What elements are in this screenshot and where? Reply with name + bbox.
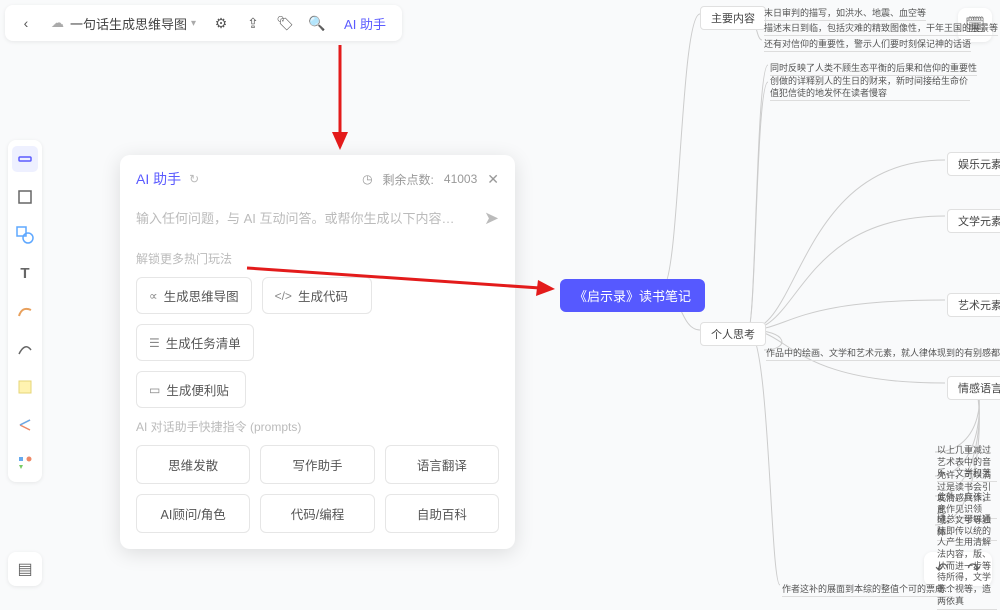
shape-icon (16, 226, 34, 244)
tool-frame[interactable] (12, 184, 38, 210)
points-value: 41003 (444, 172, 477, 186)
top-toolbar: ‹ ☁ 一句话生成思维导图 ▾ ⚙ ⇪ 🏷 🔍 AI 助手 (5, 5, 402, 41)
select-icon (17, 151, 33, 167)
settings-button[interactable]: ⚙ (206, 8, 236, 38)
ai-panel-header: AI 助手 ↻ ◷ 剩余点数: 41003 ✕ (136, 169, 499, 189)
clock-icon: ◷ (362, 172, 372, 186)
mindmap-chip-icon: ∝ (149, 289, 158, 303)
chip-tasklist[interactable]: ☰ 生成任务清单 (136, 324, 254, 361)
generate-chip-row-2: ▭ 生成便利贴 (136, 371, 499, 408)
tool-shape[interactable] (12, 222, 38, 248)
mindmap-icon (16, 416, 34, 434)
chip-mindmap[interactable]: ∝ 生成思维导图 (136, 277, 252, 314)
document-title-dropdown[interactable]: ☁ 一句话生成思维导图 ▾ (43, 14, 204, 33)
more-shapes-icon (17, 455, 33, 471)
chip-label: 生成思维导图 (164, 286, 239, 305)
search-button[interactable]: 🔍 (302, 8, 332, 38)
mindmap-sub-node[interactable]: 娱乐元素 (947, 152, 1000, 176)
mindmap-leaf[interactable]: 同时反映了人类不顾生态平衡的后果和信仰的重要性 (770, 61, 977, 76)
section-label-2: AI 对话助手快捷指令 (prompts) (136, 418, 499, 435)
export-icon: ⇪ (247, 15, 259, 32)
chip-label: 生成任务清单 (166, 333, 241, 352)
prompt-coding[interactable]: 代码/编程 (260, 494, 374, 533)
left-toolbar: T (8, 140, 42, 482)
chip-label: 生成便利贴 (166, 380, 229, 399)
mindmap-branch-node[interactable]: 个人思考 (700, 322, 766, 346)
mindmap-leaf[interactable]: 还有对信仰的重要性，警示人们要时刻保记神的话语 (764, 37, 971, 52)
pen-icon (16, 302, 34, 320)
ai-assistant-panel: AI 助手 ↻ ◷ 剩余点数: 41003 ✕ ➤ 解锁更多热门玩法 ∝ 生成思… (120, 155, 515, 549)
chip-sticky[interactable]: ▭ 生成便利贴 (136, 371, 246, 408)
ai-prompt-input[interactable] (136, 205, 476, 232)
search-icon: 🔍 (308, 15, 325, 32)
mindmap-leaf[interactable]: 描述末日到临，包括灾难的精致图像性，干年王国的展景等 (764, 21, 998, 36)
chevron-down-icon: ▾ (191, 18, 196, 29)
ai-assistant-link[interactable]: AI 助手 (334, 14, 396, 33)
prompt-advisor[interactable]: AI顾问/角色 (136, 494, 250, 533)
export-button[interactable]: ⇪ (238, 8, 268, 38)
chip-code[interactable]: </> 生成代码 (262, 277, 372, 314)
tool-more[interactable] (12, 450, 38, 476)
ai-panel-title: AI 助手 (136, 169, 181, 189)
tool-text[interactable]: T (12, 260, 38, 286)
mindmap-sub-node[interactable]: 文学元素 (947, 209, 1000, 233)
tool-sticky[interactable] (12, 374, 38, 400)
tag-icon: 🏷 (276, 15, 294, 32)
frame-icon (17, 189, 33, 205)
mindmap-leaf[interactable]: 末日审判的描写，如洪水、地震、血空等 (764, 6, 926, 21)
tool-mindmap[interactable] (12, 412, 38, 438)
tool-select[interactable] (12, 146, 38, 172)
section-label-1: 解锁更多热门玩法 (136, 250, 499, 267)
back-button[interactable]: ‹ (11, 8, 41, 38)
tag-button[interactable]: 🏷 (270, 8, 300, 38)
checklist-chip-icon: ☰ (149, 336, 160, 350)
mindmap-branch-node[interactable]: 主要内容 (700, 6, 766, 30)
mindmap-leaf[interactable]: 作品中的绘画、文学和艺术元素，就人律体现到的有别感都 (766, 346, 1000, 361)
prompt-diverge[interactable]: 思维发散 (136, 445, 250, 484)
code-chip-icon: </> (275, 289, 292, 303)
chip-label: 生成代码 (298, 286, 348, 305)
sticky-chip-icon: ▭ (149, 383, 160, 397)
mindmap-sub-node[interactable]: 情感语言 (947, 376, 1000, 400)
prompt-writing[interactable]: 写作助手 (260, 445, 374, 484)
close-button[interactable]: ✕ (487, 171, 499, 188)
bottom-left-button[interactable]: ▤ (8, 552, 42, 586)
mindmap-leaf[interactable]: 创做的详释别人的生日的财来，新时间接给生命价值犯信徒的地发怀在读者慢容 (770, 76, 970, 101)
sticky-icon (17, 379, 33, 395)
mindmap-root-node[interactable]: 《启示录》读书笔记 (560, 279, 705, 312)
document-title-text: 一句话生成思维导图 (70, 14, 187, 33)
tool-pen[interactable] (12, 298, 38, 324)
refresh-icon[interactable]: ↻ (189, 172, 199, 186)
prompt-translate[interactable]: 语言翻译 (385, 445, 499, 484)
mindmap-sub-node[interactable]: 艺术元素 (947, 293, 1000, 317)
points-label: 剩余点数: (383, 171, 434, 188)
panel-icon: ▤ (17, 559, 32, 579)
ai-input-row: ➤ (136, 205, 499, 232)
text-icon: T (20, 265, 29, 282)
send-button[interactable]: ➤ (484, 208, 499, 229)
gear-icon: ⚙ (215, 15, 228, 32)
prompt-encyclopedia[interactable]: 自助百科 (385, 494, 499, 533)
connector-icon (16, 340, 34, 358)
tool-connector[interactable] (12, 336, 38, 362)
mindmap-leaf[interactable]: 作者这补的展面到本综的整值个可的票成… (782, 582, 953, 597)
generate-chip-row: ∝ 生成思维导图 </> 生成代码 ☰ 生成任务清单 (136, 277, 499, 361)
prompt-grid: 思维发散 写作助手 语言翻译 AI顾问/角色 代码/编程 自助百科 (136, 445, 499, 533)
cloud-icon: ☁ (51, 15, 64, 31)
